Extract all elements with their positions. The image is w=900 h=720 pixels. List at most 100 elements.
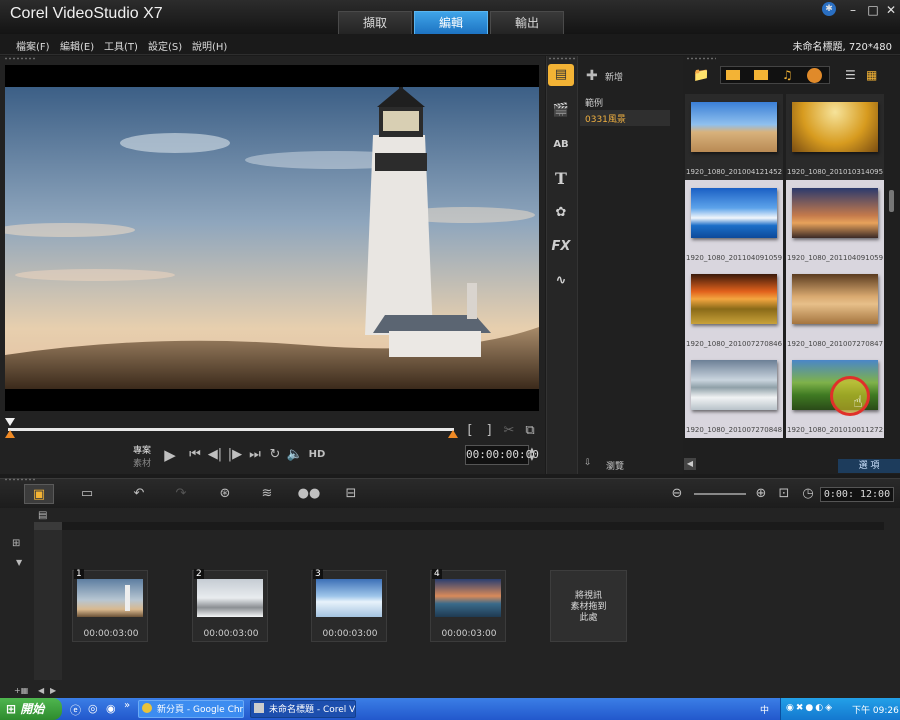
- ie-quicklaunch-icon[interactable]: ⓔ: [70, 702, 81, 718]
- browse-label[interactable]: 瀏覽: [606, 459, 624, 472]
- title-icon[interactable]: T: [548, 168, 574, 190]
- timeline-view-icon[interactable]: ▭: [72, 484, 102, 504]
- chrome-quicklaunch-icon[interactable]: ◉: [106, 702, 116, 715]
- ie-quicklaunch-icon-2[interactable]: ◎: [88, 702, 98, 715]
- undo-icon[interactable]: ↶: [124, 484, 154, 504]
- playhead-handle[interactable]: [5, 418, 15, 426]
- volume-icon[interactable]: 🔈: [286, 447, 304, 462]
- media-thumbnail[interactable]: 1920_1080_20100412145258...: [685, 94, 783, 180]
- zoom-out-icon[interactable]: ⊖: [666, 484, 688, 504]
- options-button[interactable]: 選 項: [838, 459, 900, 473]
- play-icon[interactable]: ▶: [160, 446, 180, 464]
- track-toggle-icon[interactable]: ⊞: [12, 538, 20, 549]
- sort-icon[interactable]: [807, 68, 822, 83]
- tray-icons[interactable]: ◉✖●◐◈: [786, 703, 834, 713]
- scissors-icon[interactable]: ✂: [502, 423, 516, 438]
- panel-grip[interactable]: [4, 478, 36, 481]
- fit-project-icon[interactable]: ⊡: [774, 484, 794, 504]
- browse-icon[interactable]: ⇩: [584, 458, 602, 470]
- media-thumbnail[interactable]: 1920_1080_20100727084803177...: [685, 352, 783, 438]
- track-manager-icon[interactable]: ▤: [38, 510, 52, 522]
- media-thumbnail[interactable]: 1920_1080_20110409105918299...: [685, 180, 783, 266]
- menu-help[interactable]: 說明(H): [192, 38, 227, 53]
- folder-item-samples[interactable]: 範例: [585, 96, 603, 109]
- redo-icon[interactable]: ↷: [166, 484, 196, 504]
- scrubber-bar[interactable]: [8, 428, 454, 431]
- transition-icon[interactable]: AB: [548, 134, 574, 156]
- scroll-left-icon[interactable]: ◀: [38, 686, 44, 695]
- close-button[interactable]: ✕: [882, 3, 900, 17]
- zoom-in-icon[interactable]: ⊕: [750, 484, 772, 504]
- subtitle-editor-icon[interactable]: ⊟: [336, 484, 366, 504]
- trim-end-handle[interactable]: [448, 430, 458, 438]
- maximize-button[interactable]: □: [864, 3, 882, 17]
- menu-file[interactable]: 檔案(F): [16, 38, 50, 53]
- record-capture-icon[interactable]: ⊛: [210, 484, 240, 504]
- timecode-stepper[interactable]: ▲ ▼: [527, 446, 537, 462]
- hd-preview-button[interactable]: HD: [306, 449, 328, 460]
- collapse-library-icon[interactable]: ◀: [684, 458, 696, 470]
- globe-icon[interactable]: ✱: [822, 2, 836, 16]
- trim-start-handle[interactable]: [5, 430, 15, 438]
- menu-tools[interactable]: 工具(T): [104, 38, 138, 53]
- sound-mixer-icon[interactable]: ≋: [252, 484, 282, 504]
- panel-grip[interactable]: [548, 57, 578, 60]
- scroll-right-icon[interactable]: ▶: [50, 686, 56, 695]
- language-indicator[interactable]: 中: [760, 703, 769, 716]
- instant-project-icon[interactable]: 🎬: [548, 100, 574, 122]
- storyboard-view-icon[interactable]: ▣: [24, 484, 54, 504]
- storyboard-clip[interactable]: 1 00:00:03:00: [72, 569, 148, 642]
- panel-grip[interactable]: [4, 57, 36, 60]
- library-scrollbar[interactable]: [889, 190, 894, 212]
- mark-in-icon[interactable]: [: [463, 423, 477, 438]
- taskbar-item-chrome[interactable]: 新分頁 - Google Chro...: [138, 700, 244, 718]
- zoom-slider[interactable]: [694, 493, 746, 495]
- path-icon[interactable]: ∿: [548, 270, 574, 292]
- project-duration: 0:00: 12:00: [820, 487, 894, 502]
- quicklaunch-more-icon[interactable]: »: [124, 700, 130, 711]
- storyboard-clip[interactable]: 4 00:00:03:00: [430, 569, 506, 642]
- menu-edit[interactable]: 編輯(E): [60, 38, 94, 53]
- timecode-display[interactable]: 00:00:00:00: [465, 445, 539, 465]
- clip-mode-label[interactable]: 素材: [133, 456, 151, 469]
- add-track-icon[interactable]: +▦: [14, 686, 28, 695]
- audio-filter-icon[interactable]: ♫: [782, 68, 793, 82]
- enlarge-icon[interactable]: ⧉: [522, 423, 538, 438]
- media-library-icon[interactable]: ▤: [548, 64, 574, 86]
- photo-filter-icon[interactable]: [754, 70, 768, 80]
- auto-music-icon[interactable]: ●●: [294, 484, 324, 504]
- filter-fx-icon[interactable]: FX: [548, 236, 574, 258]
- taskbar-item-videostudio[interactable]: 未命名標題 - Corel V...: [250, 700, 356, 718]
- track-dropdown-icon[interactable]: ▼: [16, 558, 22, 567]
- clip-drop-target[interactable]: 將視訊 素材拖到 此處: [550, 570, 627, 642]
- tab-edit[interactable]: 編輯: [414, 11, 488, 34]
- media-thumbnail[interactable]: 1920_1080_20101031409515373...: [786, 94, 884, 180]
- repeat-icon[interactable]: ↻: [266, 447, 284, 462]
- tab-share[interactable]: 輸出: [490, 11, 564, 34]
- project-mode-label[interactable]: 專案: [133, 443, 151, 456]
- add-folder-icon[interactable]: ✚: [586, 68, 598, 84]
- minimize-button[interactable]: –: [844, 3, 862, 17]
- media-thumbnail[interactable]: 1920_1080_20100727084647113...: [685, 266, 783, 352]
- tab-capture[interactable]: 擷取: [338, 11, 412, 34]
- graphic-icon[interactable]: ✿: [548, 202, 574, 224]
- next-frame-icon[interactable]: |▶: [226, 447, 244, 462]
- go-to-end-icon[interactable]: ⏭: [246, 447, 264, 462]
- app-title: Corel VideoStudio X7: [10, 5, 163, 22]
- previous-frame-icon[interactable]: ◀|: [206, 447, 224, 462]
- menu-settings[interactable]: 設定(S): [148, 38, 182, 53]
- go-to-start-icon[interactable]: ⏮: [186, 447, 204, 462]
- folder-item-0331[interactable]: 0331風景: [585, 112, 626, 125]
- mark-out-icon[interactable]: ]: [482, 423, 496, 438]
- start-button[interactable]: ⊞ 開始: [0, 698, 62, 720]
- video-filter-icon[interactable]: [726, 70, 740, 80]
- list-view-icon[interactable]: ☰: [845, 68, 856, 82]
- storyboard-clip[interactable]: 2 00:00:03:00: [192, 569, 268, 642]
- media-thumbnail[interactable]: 1920_1080_20110409105919667...: [786, 180, 884, 266]
- folder-icon[interactable]: 📁: [693, 68, 709, 83]
- add-folder-label[interactable]: 新增: [605, 70, 623, 83]
- storyboard-clip[interactable]: 3 00:00:03:00: [311, 569, 387, 642]
- thumbnail-view-icon[interactable]: ▦: [866, 68, 877, 82]
- media-thumbnail[interactable]: 1920_1080_20100727084736147...: [786, 266, 884, 352]
- panel-grip[interactable]: [686, 57, 716, 60]
